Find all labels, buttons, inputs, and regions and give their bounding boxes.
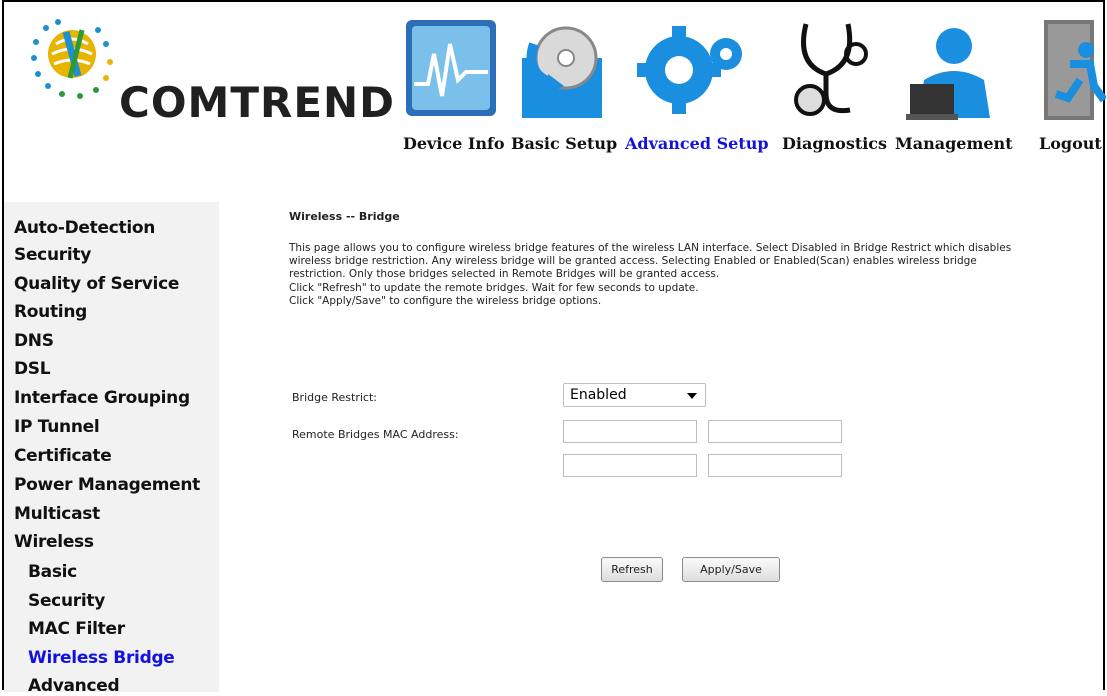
mac-address-field-3[interactable] xyxy=(563,454,697,477)
stethoscope-icon[interactable] xyxy=(786,14,886,128)
sidebar-item-auto-detection[interactable]: Auto-Detection xyxy=(14,218,155,238)
refresh-button[interactable]: Refresh xyxy=(601,557,663,582)
description-line: Click "Apply/Save" to configure the wire… xyxy=(289,294,602,307)
nav-logout[interactable]: Logout xyxy=(1039,134,1102,153)
sidebar-item-dsl[interactable]: DSL xyxy=(14,359,51,379)
sidebar-item-power-management[interactable]: Power Management xyxy=(14,475,200,495)
cd-arrow-icon[interactable] xyxy=(514,14,609,128)
remote-mac-label: Remote Bridges MAC Address: xyxy=(292,428,459,441)
nav-device-info[interactable]: Device Info xyxy=(403,134,505,153)
sidebar-item-advanced[interactable]: Advanced xyxy=(28,676,120,696)
chart-monitor-icon[interactable] xyxy=(400,14,500,128)
nav-diagnostics[interactable]: Diagnostics xyxy=(782,134,887,153)
sidebar-item-security[interactable]: Security xyxy=(14,245,91,265)
sidebar-item-wireless[interactable]: Wireless xyxy=(14,532,94,552)
sidebar-item-multicast[interactable]: Multicast xyxy=(14,504,100,524)
mac-address-field-4[interactable] xyxy=(708,454,842,477)
sidebar-item-interface-grouping[interactable]: Interface Grouping xyxy=(14,388,190,408)
sidebar-item-mac-filter[interactable]: MAC Filter xyxy=(28,619,125,639)
comtrend-logo-icon xyxy=(26,14,121,128)
mac-address-field-1[interactable] xyxy=(563,420,697,443)
running-exit-icon[interactable] xyxy=(1034,14,1107,128)
sidebar-item-dns[interactable]: DNS xyxy=(14,331,54,351)
user-laptop-icon[interactable] xyxy=(902,14,1002,128)
nav-basic-setup[interactable]: Basic Setup xyxy=(511,134,617,153)
sidebar-item-wireless-bridge[interactable]: Wireless Bridge xyxy=(28,648,175,668)
brand-name: COMTREND xyxy=(119,78,396,127)
nav-management[interactable]: Management xyxy=(895,134,1013,153)
header: COMTREND Device Info Basic Setup Advance… xyxy=(4,2,1107,202)
sidebar-item-ip-tunnel[interactable]: IP Tunnel xyxy=(14,417,100,437)
sidebar-item-routing[interactable]: Routing xyxy=(14,302,87,322)
sidebar: Auto-Detection Security Quality of Servi… xyxy=(4,202,219,696)
sidebar-item-wireless-security[interactable]: Security xyxy=(28,591,105,611)
chevron-down-icon xyxy=(687,393,697,399)
page-title: Wireless -- Bridge xyxy=(289,210,400,223)
description-line: This page allows you to configure wirele… xyxy=(289,242,1012,254)
bridge-restrict-label: Bridge Restrict: xyxy=(292,391,377,404)
apply-save-button[interactable]: Apply/Save xyxy=(682,557,780,582)
page-description: This page allows you to configure wirele… xyxy=(289,242,1079,308)
description-line: restriction. Only those bridges selected… xyxy=(289,268,720,281)
bridge-restrict-select[interactable]: Enabled xyxy=(563,383,706,407)
nav-advanced-setup[interactable]: Advanced Setup xyxy=(625,134,769,153)
page-frame: COMTREND Device Info Basic Setup Advance… xyxy=(2,0,1107,696)
sidebar-item-quality-of-service[interactable]: Quality of Service xyxy=(14,274,179,294)
gears-icon[interactable] xyxy=(634,14,749,128)
description-line: Click "Refresh" to update the remote bri… xyxy=(289,281,699,294)
description-line: wireless bridge restriction. Any wireles… xyxy=(289,255,977,268)
bridge-restrict-value: Enabled xyxy=(570,387,627,403)
sidebar-item-basic[interactable]: Basic xyxy=(28,562,77,582)
sidebar-item-certificate[interactable]: Certificate xyxy=(14,446,112,466)
mac-address-field-2[interactable] xyxy=(708,420,842,443)
